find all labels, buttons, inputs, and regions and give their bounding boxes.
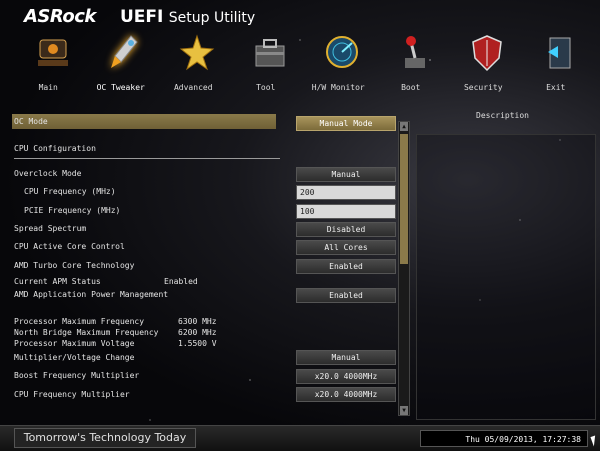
tab-label-tool: Tool bbox=[256, 83, 276, 92]
product-subtitle: Setup Utility bbox=[168, 10, 256, 26]
setting-label: Spread Spectrum bbox=[14, 224, 87, 233]
overclock-mode-select[interactable]: Manual bbox=[296, 167, 396, 182]
asrock-logo: ASRock bbox=[24, 6, 96, 27]
setting-label: CPU Frequency Multiplier bbox=[14, 390, 130, 399]
product-name: UEFI bbox=[120, 7, 164, 27]
tab-label-main: Main bbox=[38, 83, 58, 92]
amd-apm-select[interactable]: Enabled bbox=[296, 288, 396, 303]
settings-panel: OC Mode Manual Mode CPU Configuration Ov… bbox=[10, 112, 410, 420]
info-label: North Bridge Maximum Frequency bbox=[14, 328, 159, 337]
rocket-icon bbox=[110, 35, 138, 68]
tab-exit[interactable]: Exit bbox=[520, 32, 593, 96]
header: ASRock UEFI Setup Utility Main OC Tweake… bbox=[0, 0, 600, 100]
tab-label-oc-tweaker: OC Tweaker bbox=[96, 83, 145, 92]
star-icon bbox=[179, 34, 215, 71]
description-title: Description bbox=[476, 111, 529, 120]
tab-advanced[interactable]: Advanced bbox=[157, 32, 230, 96]
description-box bbox=[416, 134, 596, 420]
info-label: Processor Maximum Voltage bbox=[14, 339, 135, 348]
tab-label-advanced: Advanced bbox=[173, 83, 213, 92]
main-icon bbox=[38, 39, 68, 66]
tab-label-security: Security bbox=[463, 83, 503, 92]
footer-bar: Tomorrow's Technology Today Thu 05/09/20… bbox=[0, 425, 600, 451]
product-title: UEFI Setup Utility bbox=[120, 7, 255, 27]
description-panel: Description bbox=[416, 108, 596, 420]
amd-turbo-core-select[interactable]: Enabled bbox=[296, 259, 396, 274]
settings-scrollbar[interactable]: ▲ ▼ bbox=[398, 121, 410, 416]
setting-label: CPU Frequency (MHz) bbox=[24, 187, 116, 196]
multiplier-voltage-change-select[interactable]: Manual bbox=[296, 350, 396, 365]
cpu-active-core-control-select[interactable]: All Cores bbox=[296, 240, 396, 255]
scroll-up-arrow-icon[interactable]: ▲ bbox=[400, 122, 408, 131]
selected-row-highlight bbox=[12, 114, 276, 129]
setting-label: OC Mode bbox=[14, 117, 48, 126]
tab-oc-tweaker[interactable]: OC Tweaker bbox=[85, 32, 158, 96]
footer-tagline: Tomorrow's Technology Today bbox=[14, 428, 196, 448]
toolbox-icon bbox=[255, 39, 284, 67]
tab-label-exit: Exit bbox=[546, 83, 566, 92]
setting-label: Overclock Mode bbox=[14, 169, 82, 178]
pcie-frequency-input[interactable]: 100 bbox=[296, 204, 396, 219]
tab-hw-monitor[interactable]: H/W Monitor bbox=[302, 32, 375, 96]
spread-spectrum-select[interactable]: Disabled bbox=[296, 222, 396, 237]
setting-label: Boost Frequency Multiplier bbox=[14, 371, 140, 380]
oc-mode-select[interactable]: Manual Mode bbox=[296, 116, 396, 131]
section-divider bbox=[14, 158, 280, 159]
system-datetime: Thu 05/09/2013, 17:27:38 bbox=[420, 430, 588, 447]
section-title: CPU Configuration bbox=[14, 144, 96, 153]
info-value: 1.5500 V bbox=[178, 339, 217, 348]
info-label: Processor Maximum Frequency bbox=[14, 317, 145, 326]
scroll-down-arrow-icon[interactable]: ▼ bbox=[400, 406, 408, 415]
setting-label: AMD Application Power Management bbox=[14, 290, 169, 299]
exit-door-icon bbox=[547, 37, 570, 69]
tab-main[interactable]: Main bbox=[12, 32, 85, 96]
tab-boot[interactable]: Boot bbox=[375, 32, 448, 96]
setting-label: AMD Turbo Core Technology bbox=[14, 261, 135, 270]
cpu-frequency-multiplier-select[interactable]: x20.0 4000MHz bbox=[296, 387, 396, 402]
scrollbar-thumb[interactable] bbox=[400, 134, 408, 264]
boost-frequency-multiplier-select[interactable]: x20.0 4000MHz bbox=[296, 369, 396, 384]
info-value: Enabled bbox=[164, 277, 198, 286]
info-value: 6300 MHz bbox=[178, 317, 217, 326]
radar-icon bbox=[326, 36, 358, 68]
top-navigation: Main OC Tweaker Advanced Tool H/W Monito… bbox=[12, 32, 592, 96]
tab-label-boot: Boot bbox=[401, 83, 421, 92]
setting-label: Multiplier/Voltage Change bbox=[14, 353, 135, 362]
info-value: 6200 MHz bbox=[178, 328, 217, 337]
tab-security[interactable]: Security bbox=[447, 32, 520, 96]
shield-icon bbox=[472, 35, 502, 72]
tab-label-hw-monitor: H/W Monitor bbox=[311, 83, 365, 92]
info-label: Current APM Status bbox=[14, 277, 101, 286]
setting-label: CPU Active Core Control bbox=[14, 242, 125, 251]
cpu-frequency-input[interactable]: 200 bbox=[296, 185, 396, 200]
tab-tool[interactable]: Tool bbox=[230, 32, 303, 96]
setting-label: PCIE Frequency (MHz) bbox=[24, 206, 121, 215]
joystick-icon bbox=[404, 36, 425, 68]
